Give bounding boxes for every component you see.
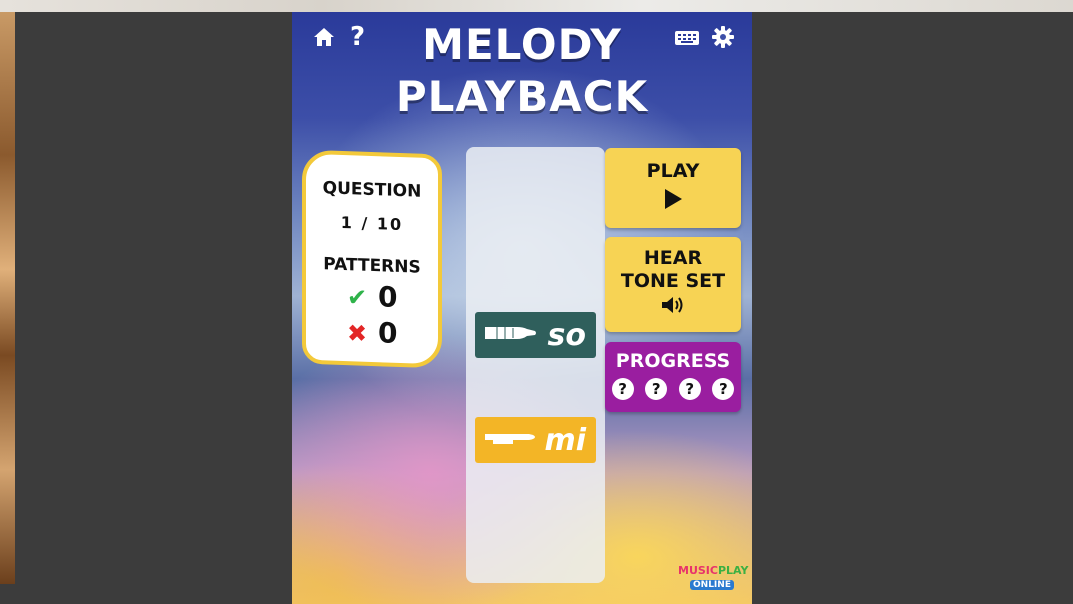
question-counter: 1 / 10	[340, 212, 404, 235]
game-panel: ? MELODY PLAYBACK QUESTION 1 / 10 PATTER…	[292, 12, 752, 604]
tone-set-label: TONE SET	[620, 270, 726, 292]
note-mi-label: mi	[544, 422, 586, 458]
hand-sign-mi-icon	[483, 423, 537, 458]
play-icon	[605, 187, 741, 215]
checkmark-icon: ✔	[346, 283, 368, 312]
background-scene-edge	[0, 12, 15, 584]
cross-icon: ✖	[346, 319, 368, 348]
progress-marks: ? ? ? ?	[605, 378, 741, 400]
correct-count: 0	[378, 280, 398, 314]
game-title-line2: PLAYBACK	[395, 72, 649, 121]
note-so[interactable]: so	[475, 312, 596, 358]
browser-top-strip	[0, 0, 1073, 12]
speaker-icon	[605, 295, 741, 319]
hand-sign-so-icon	[483, 318, 537, 353]
progress-mark-3: ?	[678, 378, 701, 400]
melody-column: so mi	[466, 147, 605, 583]
musicplay-online-logo: MUSICPLAY ONLINE	[678, 564, 749, 596]
logo-text-music: MUSIC	[678, 564, 718, 577]
progress-label: PROGRESS	[615, 350, 731, 372]
play-label: PLAY	[646, 160, 700, 182]
game-title-line1: MELODY	[422, 20, 622, 69]
logo-text-online: ONLINE	[690, 580, 734, 590]
wrong-row: ✖ 0	[346, 315, 398, 350]
progress-mark-1: ?	[611, 378, 634, 400]
hear-tone-set-button[interactable]: HEAR TONE SET	[605, 237, 741, 332]
score-card: QUESTION 1 / 10 PATTERNS ✔ 0 ✖ 0	[302, 149, 442, 369]
progress-panel: PROGRESS ? ? ? ?	[605, 342, 741, 412]
question-label: QUESTION	[322, 178, 422, 202]
hear-label: HEAR	[643, 247, 703, 269]
correct-row: ✔ 0	[346, 279, 398, 314]
progress-mark-2: ?	[645, 378, 668, 400]
patterns-label: PATTERNS	[323, 254, 421, 278]
play-button[interactable]: PLAY	[605, 148, 741, 228]
logo-text-play: PLAY	[717, 564, 749, 577]
note-so-label: so	[547, 317, 586, 353]
wrong-count: 0	[378, 316, 398, 350]
note-mi[interactable]: mi	[475, 417, 596, 463]
progress-mark-4: ?	[712, 378, 735, 400]
